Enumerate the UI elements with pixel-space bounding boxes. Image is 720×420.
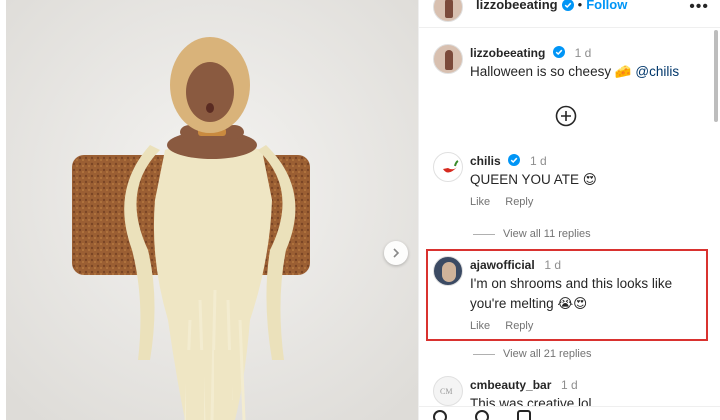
- chevron-right-icon: [393, 248, 400, 258]
- view-replies-label[interactable]: View all 21 replies: [503, 348, 591, 360]
- caption-time[interactable]: 1 d: [575, 46, 592, 60]
- mention-link[interactable]: @chilis: [635, 64, 679, 79]
- comment-username[interactable]: chilis: [470, 154, 501, 168]
- comment-username[interactable]: cmbeauty_bar: [470, 378, 551, 392]
- comment-text-line1: I'm on shrooms and this looks like: [470, 276, 673, 291]
- comment-icon[interactable]: [475, 409, 489, 420]
- caption-row: lizzobeeating 1 d Halloween is so cheesy…: [433, 44, 679, 82]
- view-replies-ajawofficial[interactable]: View all 21 replies: [473, 348, 591, 360]
- header-separator: •: [577, 0, 583, 12]
- caption-username[interactable]: lizzobeeating: [470, 46, 545, 60]
- author-username[interactable]: lizzobeeating: [476, 0, 558, 12]
- like-button[interactable]: Like: [470, 196, 490, 208]
- chilis-avatar[interactable]: [433, 152, 463, 182]
- comment-text: This was creative lol: [470, 396, 592, 406]
- share-icon[interactable]: [517, 409, 531, 420]
- author-avatar[interactable]: [433, 0, 463, 22]
- comment-username[interactable]: ajawofficial: [470, 258, 535, 272]
- ajawofficial-avatar[interactable]: [433, 256, 463, 286]
- view-replies-label[interactable]: View all 11 replies: [503, 228, 591, 240]
- reply-button[interactable]: Reply: [505, 320, 533, 332]
- post-image: [6, 0, 418, 420]
- comment-chilis: chilis 1 d QUEEN YOU ATE 😍 Like Reply: [433, 152, 597, 208]
- next-photo-button[interactable]: [384, 241, 408, 265]
- comment-text-line2: you're melting 😭😍: [470, 296, 588, 311]
- comment-cmbeauty-bar: CM cmbeauty_bar 1 d This was creative lo…: [433, 376, 592, 406]
- caption-text: Halloween is so cheesy: [470, 64, 612, 79]
- like-icon[interactable]: [433, 409, 447, 420]
- cmbeauty-avatar[interactable]: CM: [433, 376, 463, 406]
- chili-pepper-icon: [443, 160, 459, 173]
- post-action-bar: [419, 406, 720, 420]
- like-button[interactable]: Like: [470, 320, 490, 332]
- cheese-emoji: 🧀: [614, 64, 632, 79]
- view-replies-chilis[interactable]: View all 11 replies: [473, 228, 591, 240]
- comments-panel: lizzobeeating • Follow ••• lizzobeeating…: [418, 0, 720, 420]
- caption-avatar[interactable]: [433, 44, 463, 74]
- verified-badge-icon: [552, 46, 565, 58]
- reply-button[interactable]: Reply: [505, 196, 533, 208]
- comments-scroll[interactable]: lizzobeeating 1 d Halloween is so cheesy…: [419, 30, 720, 406]
- replies-divider: [473, 353, 495, 355]
- verified-badge-icon: [508, 154, 521, 166]
- panel-scrollbar[interactable]: [714, 30, 718, 122]
- comment-text: QUEEN YOU ATE 😍: [470, 172, 597, 187]
- comment-time[interactable]: 1 d: [530, 154, 547, 168]
- comment-time[interactable]: 1 d: [561, 378, 578, 392]
- replies-divider: [473, 233, 495, 235]
- post-header: lizzobeeating • Follow •••: [419, 0, 720, 28]
- load-more-comments-icon[interactable]: [555, 105, 577, 127]
- comment-time[interactable]: 1 d: [544, 258, 561, 272]
- comment-ajawofficial: ajawofficial 1 d I'm on shrooms and this…: [433, 256, 672, 332]
- more-options-icon[interactable]: •••: [689, 0, 709, 15]
- verified-badge-icon: [561, 0, 574, 11]
- follow-button[interactable]: Follow: [586, 0, 627, 12]
- post-photo[interactable]: [0, 0, 418, 420]
